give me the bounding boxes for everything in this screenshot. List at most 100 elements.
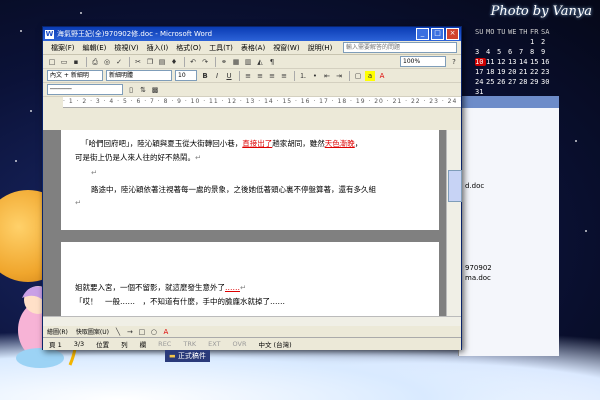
- open-folder-icon[interactable]: ▭: [59, 57, 69, 67]
- scrollbar-thumb[interactable]: [448, 170, 462, 202]
- border-icon[interactable]: ▢: [353, 71, 363, 81]
- paragraph-4[interactable]: 姐就要入宮，一個不留影，就這麼發生意外了……↵: [75, 282, 246, 293]
- window-titlebar[interactable]: W 海氣野王妃(全)970902修.doc - Microsoft Word _…: [43, 27, 461, 41]
- calendar-day: 4: [486, 48, 491, 56]
- horizontal-ruler[interactable]: · 1 · 2 · 3 · 4 · 5 · 6 · 7 · 8 · 9 · 10…: [63, 97, 461, 108]
- redo-icon[interactable]: ↷: [200, 57, 210, 67]
- decrease-indent-icon[interactable]: ⇤: [322, 71, 332, 81]
- menu-table[interactable]: 表格(A): [237, 43, 269, 53]
- calendar-day: 14: [519, 58, 528, 66]
- calendar-day: 28: [519, 78, 528, 86]
- font-color-icon[interactable]: A: [377, 71, 387, 81]
- paragraph-2[interactable]: 可是街上仍是人來人往的好不熱鬧。↵: [75, 152, 201, 163]
- window-title: 海氣野王妃(全)970902修.doc - Microsoft Word: [57, 30, 213, 38]
- status-rec[interactable]: REC: [152, 340, 177, 348]
- minimize-button[interactable]: _: [416, 28, 429, 40]
- calendar-day: 12: [497, 58, 506, 66]
- file-item[interactable]: ma.doc: [465, 274, 491, 282]
- oval-icon[interactable]: ○: [149, 327, 159, 337]
- drawing-toolbar: 繪圖(R) 快取圖案(U) ╲ → □ ○ A: [43, 326, 461, 337]
- folder-item[interactable]: ▬ 正式稿件: [165, 350, 210, 362]
- menu-tools[interactable]: 工具(T): [205, 43, 237, 53]
- arrow-icon[interactable]: →: [125, 327, 135, 337]
- status-trk[interactable]: TRK: [177, 340, 202, 348]
- line-icon[interactable]: ╲: [113, 327, 123, 337]
- menu-format[interactable]: 格式(O): [172, 43, 205, 53]
- font-size-select[interactable]: 10: [175, 70, 197, 81]
- align-center-icon[interactable]: ≡: [255, 71, 265, 81]
- menu-insert[interactable]: 插入(I): [143, 43, 173, 53]
- paste-icon[interactable]: ▤: [157, 57, 167, 67]
- cut-icon[interactable]: ✂: [133, 57, 143, 67]
- undo-icon[interactable]: ↶: [188, 57, 198, 67]
- calendar-header: SU: [475, 28, 484, 36]
- style-select[interactable]: 內文 + 新細明: [47, 70, 103, 81]
- numbering-icon[interactable]: ⒈: [298, 71, 308, 81]
- maximize-button[interactable]: □: [431, 28, 444, 40]
- highlight-icon[interactable]: a: [365, 70, 375, 81]
- menu-view[interactable]: 檢視(V): [110, 43, 142, 53]
- calendar-day: 19: [497, 68, 506, 76]
- menu-file[interactable]: 檔案(F): [47, 43, 79, 53]
- paragraph-1[interactable]: 「哈們回府吧」，陸沁穎與夏玉從大街轉回小巷，直接出了趟家胡同，雖然天色漸晚，: [81, 138, 362, 149]
- vertical-scrollbar[interactable]: [446, 130, 462, 316]
- menu-window[interactable]: 視窗(W): [269, 43, 303, 53]
- drawing-icon[interactable]: ◭: [255, 57, 265, 67]
- background-window-titlebar[interactable]: [459, 96, 559, 108]
- calendar-day: 20: [508, 68, 517, 76]
- bold-icon[interactable]: B: [200, 71, 210, 81]
- paragraph-3[interactable]: 路途中，陸沁穎依著注視著每一處的景象，之後她低著頭心裏不停盤算著，還有多久組: [91, 184, 376, 195]
- font-color-icon[interactable]: A: [161, 327, 171, 337]
- file-item[interactable]: d.doc: [465, 182, 484, 190]
- increase-indent-icon[interactable]: ⇥: [334, 71, 344, 81]
- hyperlink-icon[interactable]: ⚭: [219, 57, 229, 67]
- file-item[interactable]: 970902: [465, 264, 492, 272]
- show-hide-icon[interactable]: ¶: [267, 57, 277, 67]
- calendar-header: MO: [486, 28, 495, 36]
- rectangle-icon[interactable]: □: [137, 327, 147, 337]
- page[interactable]: 姐就要入宮，一個不留影，就這麼發生意外了……↵ 「哎！ 一般…… ，不知道有什麼…: [61, 242, 439, 316]
- calendar-day: 16: [541, 58, 550, 66]
- spelling-icon[interactable]: ✓: [114, 57, 124, 67]
- calendar-day: [475, 38, 486, 46]
- menu-help[interactable]: 說明(H): [304, 43, 337, 53]
- calendar-day: 10: [475, 58, 486, 66]
- status-ext[interactable]: EXT: [202, 340, 226, 348]
- table-icon[interactable]: ▦: [231, 57, 241, 67]
- print-icon[interactable]: ⎙: [90, 57, 100, 67]
- close-button[interactable]: ×: [446, 28, 459, 40]
- autoshapes-menu[interactable]: 快取圖案(U): [72, 327, 113, 336]
- status-position: 位置: [96, 341, 110, 349]
- menu-edit[interactable]: 編輯(E): [79, 43, 111, 53]
- page-setup-icon[interactable]: ▯: [126, 85, 136, 95]
- save-icon[interactable]: ▪: [71, 57, 81, 67]
- justify-icon[interactable]: ≡: [279, 71, 289, 81]
- new-document-icon[interactable]: □: [47, 57, 57, 67]
- align-left-icon[interactable]: ≡: [243, 71, 253, 81]
- format-painter-icon[interactable]: ♦: [169, 57, 179, 67]
- calendar-day: [486, 38, 497, 46]
- calendar-day: 13: [508, 58, 517, 66]
- italic-icon[interactable]: I: [212, 71, 222, 81]
- calendar-day: 30: [541, 78, 550, 86]
- document-area[interactable]: 「哈們回府吧」，陸沁穎與夏玉從大街轉回小巷，直接出了趟家胡同，雖然天色漸晚， 可…: [43, 130, 447, 316]
- paragraph-5[interactable]: 「哎！ 一般…… ，不知道有什麼，手中的臉龐水就掉了……: [75, 296, 285, 307]
- line-style-select[interactable]: ──────: [47, 84, 123, 95]
- draw-menu[interactable]: 繪圖(R): [43, 327, 72, 336]
- align-right-icon[interactable]: ≡: [267, 71, 277, 81]
- help-search-input[interactable]: 輸入需要解答的問題: [343, 42, 457, 53]
- underline-icon[interactable]: U: [224, 71, 234, 81]
- help-icon[interactable]: ?: [449, 57, 459, 67]
- columns-icon[interactable]: ▥: [243, 57, 253, 67]
- copy-icon[interactable]: ❐: [145, 57, 155, 67]
- background-explorer-window[interactable]: d.doc 970902 ma.doc: [458, 96, 559, 356]
- page[interactable]: 「哈們回府吧」，陸沁穎與夏玉從大街轉回小巷，直接出了趟家胡同，雖然天色漸晚， 可…: [61, 130, 439, 230]
- font-select[interactable]: 新細明體: [106, 70, 172, 81]
- status-ovr[interactable]: OVR: [227, 340, 253, 348]
- zoom-select[interactable]: 100%: [400, 56, 446, 67]
- text-direction-icon[interactable]: ⇅: [138, 85, 148, 95]
- bullets-icon[interactable]: •: [310, 71, 320, 81]
- print-preview-icon[interactable]: ◎: [102, 57, 112, 67]
- shading-icon[interactable]: ▩: [150, 85, 160, 95]
- toolbar-separator: [239, 70, 240, 81]
